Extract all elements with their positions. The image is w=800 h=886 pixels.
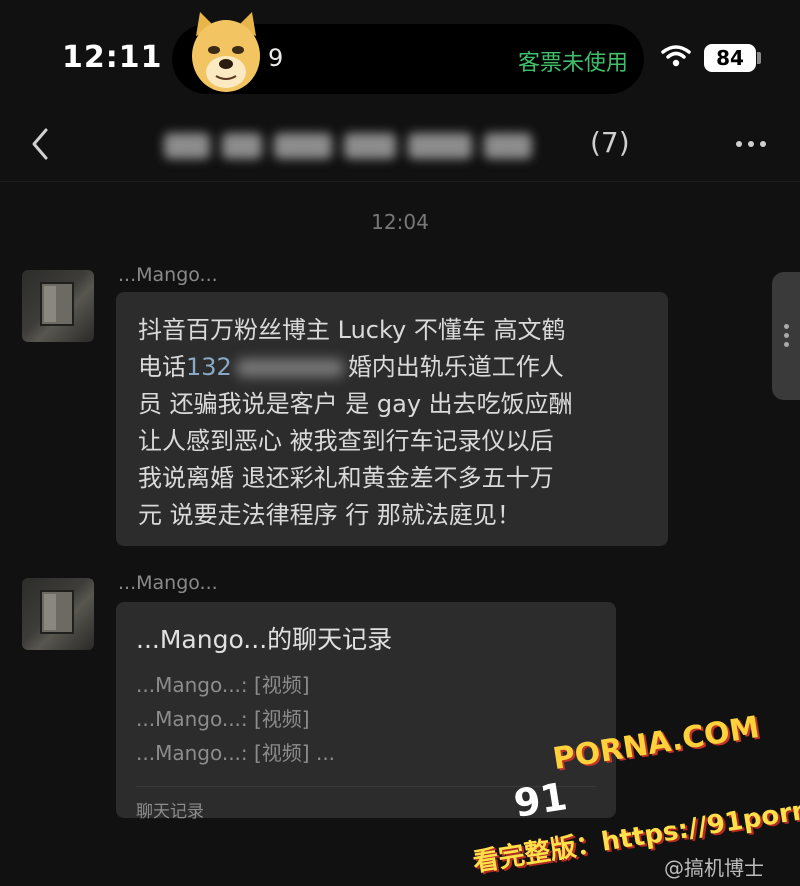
battery-tip — [757, 52, 761, 64]
chat-record-title: ...Mango...的聊天记录 — [136, 625, 393, 654]
message-bubble[interactable]: 抖音百万粉丝博主 Lucky 不懂车 高文鹤 电话132 婚内出轨乐道工作人 员 … — [116, 292, 668, 546]
chat-record-item: ...Mango...: [视频] — [136, 707, 310, 731]
doge-avatar-icon — [192, 12, 260, 92]
message-line: 员 还骗我说是客户 是 gay 出去吃饭应酬 — [138, 390, 573, 418]
phone-number-redacted — [235, 359, 344, 377]
chat-record-item: ...Mango...: [视频] ... — [136, 741, 336, 765]
phone-prefix: 电话 — [138, 353, 186, 381]
sender-name: ...Mango... — [118, 572, 218, 594]
chat-title-redacted — [158, 126, 586, 166]
phone-number-visible[interactable]: 132 — [186, 353, 232, 381]
message-line: 让人感到恶心 被我查到行车记录仪以后 — [138, 427, 554, 455]
battery-indicator: 84 — [704, 44, 756, 72]
chat-header: (7) — [0, 110, 800, 182]
weibo-watermark: @搞机博士 — [664, 856, 764, 880]
chat-record-item: ...Mango...: [视频] — [136, 673, 310, 697]
dynamic-island[interactable]: 9 客票未使用 — [172, 12, 644, 94]
more-options-icon[interactable] — [734, 136, 768, 152]
side-drawer-handle[interactable] — [772, 272, 800, 400]
back-chevron-icon[interactable] — [26, 124, 54, 164]
status-time: 12:11 — [62, 40, 163, 75]
sender-avatar[interactable] — [22, 270, 94, 342]
drag-dots-icon — [784, 324, 790, 351]
sender-avatar[interactable] — [22, 578, 94, 650]
message-timestamp: 12:04 — [371, 210, 429, 234]
message-line-phone: 电话132 婚内出轨乐道工作人 — [138, 349, 646, 386]
message-line: 抖音百万粉丝博主 Lucky 不懂车 高文鹤 — [138, 316, 566, 344]
island-number: 9 — [268, 44, 284, 72]
message-line: 婚内出轨乐道工作人 — [347, 353, 564, 381]
message-line: 元 说要走法律程序 行 那就法庭见！ — [138, 501, 521, 529]
status-bar: 12:11 9 客票未使用 84 — [0, 0, 800, 110]
message-line: 我说离婚 退还彩礼和黄金差不多五十万 — [138, 464, 554, 492]
island-status-label: 客票未使用 — [517, 51, 628, 76]
wifi-icon — [661, 45, 691, 67]
sender-name: ...Mango... — [118, 264, 218, 286]
watermark-logo: 91 — [510, 774, 571, 826]
member-count: (7) — [590, 126, 630, 159]
